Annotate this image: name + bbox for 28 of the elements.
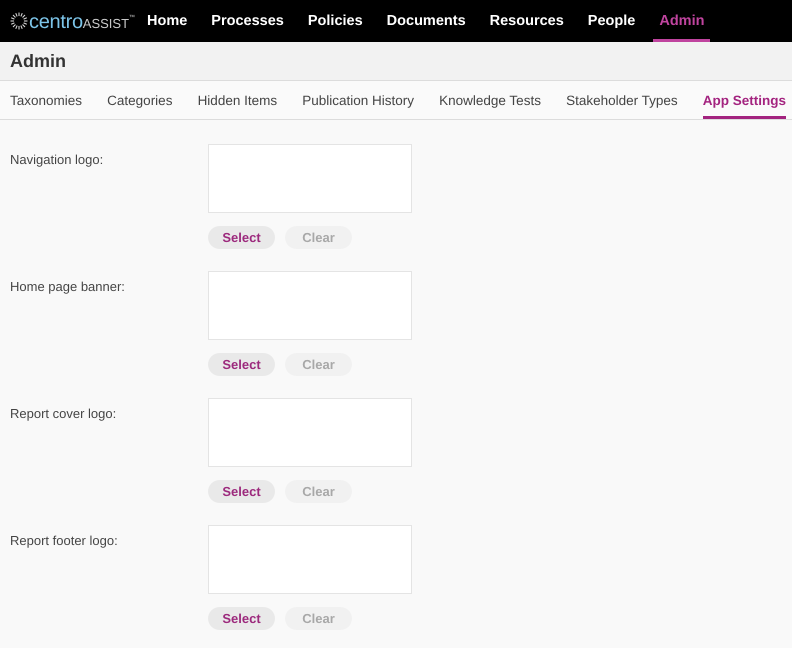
select-button[interactable]: Select <box>208 226 275 249</box>
page-title: Admin <box>10 50 66 72</box>
tab[interactable]: Knowledge Tests <box>439 81 541 119</box>
image-preview-field[interactable] <box>208 398 412 467</box>
tab[interactable]: Taxonomies <box>10 81 82 119</box>
select-button[interactable]: Select <box>208 353 275 376</box>
select-button[interactable]: Select <box>208 480 275 503</box>
image-preview-field[interactable] <box>208 525 412 594</box>
sunburst-icon <box>10 12 28 30</box>
tab[interactable]: Stakeholder Types <box>566 81 678 119</box>
nav-link[interactable]: Processes <box>205 0 290 42</box>
nav-link[interactable]: People <box>582 0 642 42</box>
setting-label: Navigation logo: <box>10 152 104 167</box>
tab[interactable]: App Settings <box>702 81 786 119</box>
tab[interactable]: Publication History <box>302 81 414 119</box>
nav-link[interactable]: Home <box>141 0 194 42</box>
image-preview-field[interactable] <box>208 271 412 340</box>
tab[interactable]: Hidden Items <box>198 81 278 119</box>
select-button[interactable]: Select <box>208 607 275 630</box>
nav-link[interactable]: Policies <box>302 0 369 42</box>
image-preview-field[interactable] <box>208 144 412 213</box>
setting-label: Report cover logo: <box>10 406 118 421</box>
tab[interactable]: Categories <box>107 81 172 119</box>
nav-link[interactable]: Resources <box>484 0 570 42</box>
setting-label: Report footer logo: <box>10 533 119 548</box>
nav-link[interactable]: Documents <box>380 0 472 42</box>
setting-label: Home page banner: <box>10 279 126 294</box>
logo-wordmark: centroASSIST$^{™}$ <box>29 10 135 35</box>
